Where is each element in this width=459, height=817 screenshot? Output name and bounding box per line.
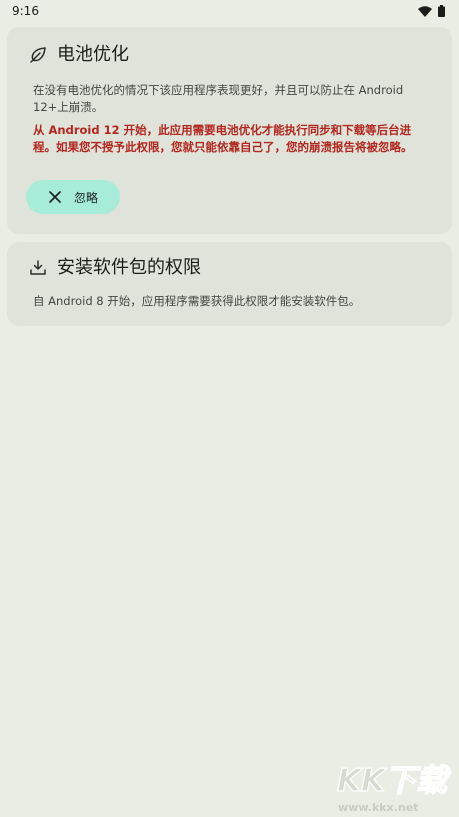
- warning-text: 从 Android 12 开始，此应用需要电池优化才能执行同步和下载等后台进程。…: [33, 123, 413, 154]
- status-bar: 9:16: [0, 0, 459, 22]
- status-time: 9:16: [12, 4, 39, 18]
- svg-text:www.kkx.net: www.kkx.net: [338, 801, 418, 814]
- close-icon: [48, 190, 62, 204]
- battery-icon: [438, 5, 445, 17]
- card-title: 电池优化: [57, 44, 129, 65]
- wifi-icon: [418, 5, 432, 17]
- install-permission-card[interactable]: 安装软件包的权限 自 Android 8 开始，应用程序需要获得此权限才能安装软…: [7, 242, 452, 326]
- card-description: 自 Android 8 开始，应用程序需要获得此权限才能安装软件包。: [33, 294, 361, 308]
- battery-optimization-card: 电池优化 在没有电池优化的情况下该应用程序表现更好，并且可以防止在 Androi…: [7, 27, 452, 234]
- leaf-icon: [28, 45, 48, 65]
- watermark-logo: KK下载 www.kkx.net: [335, 757, 453, 815]
- status-icons: [418, 5, 445, 17]
- ignore-button-label: 忽略: [74, 190, 99, 205]
- svg-text:KK下载: KK下载: [337, 763, 451, 799]
- download-tray-icon: [28, 258, 48, 278]
- card-header: 安装软件包的权限: [28, 256, 201, 280]
- app-screen: 9:16 电池优化 在没有电池优化的情况下该应用程序表现更好，并且可以防止在 A…: [0, 0, 459, 817]
- ignore-button[interactable]: 忽略: [26, 180, 120, 214]
- card-description: 在没有电池优化的情况下该应用程序表现更好，并且可以防止在 Android 12+…: [33, 83, 404, 114]
- card-header: 电池优化: [28, 43, 129, 67]
- card-title: 安装软件包的权限: [57, 257, 201, 278]
